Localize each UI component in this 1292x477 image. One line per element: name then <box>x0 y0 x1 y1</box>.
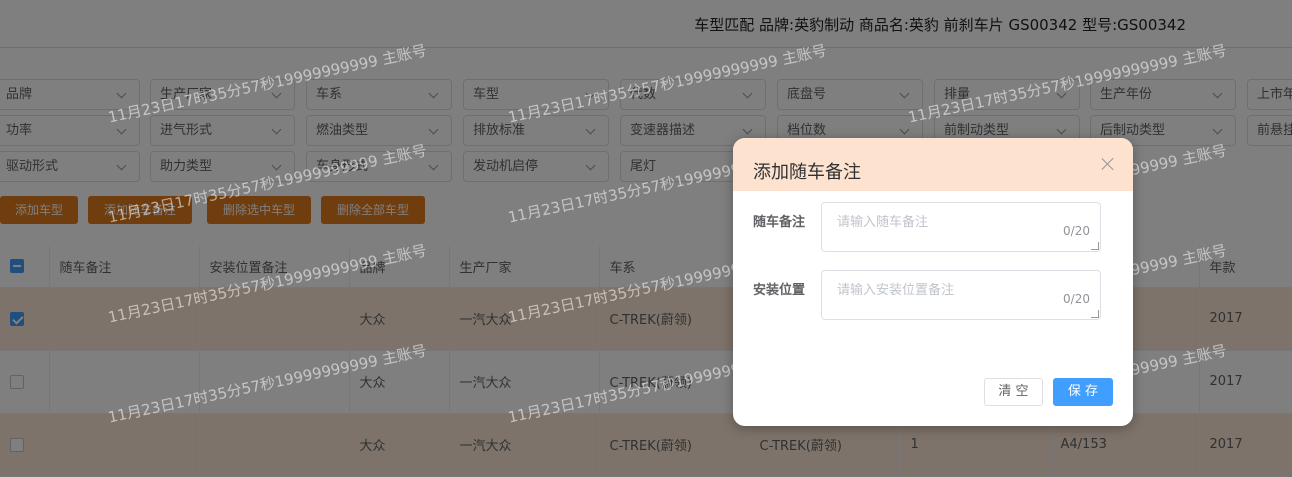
note-label: 随车备注 <box>753 215 806 230</box>
dialog-header: 添加随车备注 <box>733 138 1133 191</box>
note-textarea[interactable]: 请输入随车备注 0/20 <box>821 202 1101 252</box>
resize-handle-icon[interactable] <box>1091 310 1099 318</box>
page: 车型匹配 品牌:英豹制动 商品名:英豹 前刹车片 GS00342 型号:GS00… <box>0 0 1292 477</box>
position-label: 安装位置 <box>753 283 806 298</box>
resize-handle-icon[interactable] <box>1091 242 1099 250</box>
position-char-count: 0/20 <box>1063 292 1090 306</box>
add-note-dialog: 添加随车备注 随车备注 请输入随车备注 0/20 安装位置 请输入安装位置备注 … <box>733 138 1133 426</box>
close-icon[interactable] <box>1101 157 1115 171</box>
note-placeholder: 请输入随车备注 <box>837 215 929 230</box>
position-placeholder: 请输入安装位置备注 <box>837 283 955 298</box>
clear-button[interactable]: 清 空 <box>984 378 1043 406</box>
note-char-count: 0/20 <box>1063 224 1090 238</box>
save-button[interactable]: 保 存 <box>1053 378 1113 406</box>
position-textarea[interactable]: 请输入安装位置备注 0/20 <box>821 270 1101 320</box>
dialog-title: 添加随车备注 <box>753 162 861 183</box>
